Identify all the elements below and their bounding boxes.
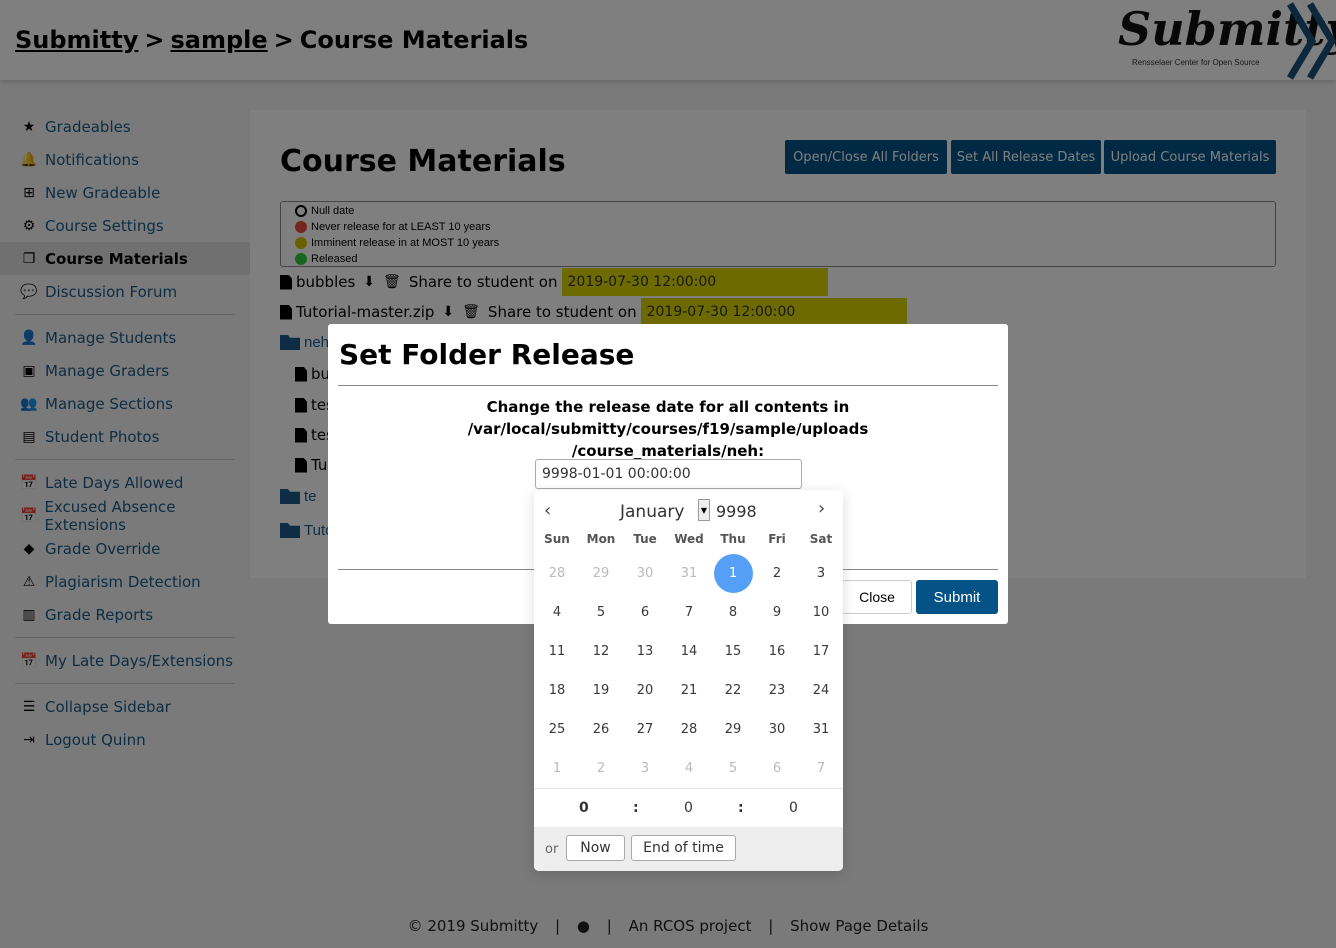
dialog-message: Change the release date for all contents… [338, 396, 998, 462]
calendar-day[interactable]: 28 [535, 554, 579, 593]
dialog-divider [338, 385, 998, 386]
calendar-day[interactable]: 22 [711, 671, 755, 710]
calendar-day[interactable]: 11 [535, 632, 579, 671]
calendar-day[interactable]: 5 [579, 593, 623, 632]
calendar-day[interactable]: 1 [711, 554, 755, 593]
calendar-day[interactable]: 10 [799, 593, 843, 632]
calendar-day[interactable]: 7 [667, 593, 711, 632]
calendar-day[interactable]: 26 [579, 710, 623, 749]
calendar-day[interactable]: 15 [711, 632, 755, 671]
weekday-header: Sun [544, 532, 570, 546]
calendar-day[interactable]: 20 [623, 671, 667, 710]
calendar-day[interactable]: 6 [623, 593, 667, 632]
weekday-header: Tue [633, 532, 657, 546]
calendar-day[interactable]: 29 [711, 710, 755, 749]
calendar-day[interactable]: 2 [579, 749, 623, 788]
calendar-day[interactable]: 3 [799, 554, 843, 593]
time-divider [534, 788, 843, 789]
calendar-day[interactable]: 3 [623, 749, 667, 788]
dialog-message-line: Change the release date for all contents… [467, 398, 869, 438]
calendar-day[interactable]: 29 [579, 554, 623, 593]
weekday-header: Wed [674, 532, 704, 546]
calendar-day[interactable]: 7 [799, 749, 843, 788]
year-input[interactable]: 9998 [716, 502, 757, 521]
calendar-day[interactable]: 9 [755, 593, 799, 632]
calendar-day[interactable]: 21 [667, 671, 711, 710]
prev-month-icon[interactable]: ‹ [544, 500, 551, 521]
calendar-day[interactable]: 13 [623, 632, 667, 671]
month-select[interactable]: January [620, 502, 684, 522]
calendar-day[interactable]: 14 [667, 632, 711, 671]
close-button[interactable]: Close [842, 580, 912, 614]
second-input[interactable]: 0 [789, 800, 798, 816]
picker-footer: or Now End of time [534, 827, 843, 871]
weekday-header: Sat [809, 532, 833, 546]
calendar-day[interactable]: 19 [579, 671, 623, 710]
calendar-day[interactable]: 2 [755, 554, 799, 593]
calendar-day[interactable]: 28 [667, 710, 711, 749]
calendar-day[interactable]: 30 [755, 710, 799, 749]
calendar-day[interactable]: 23 [755, 671, 799, 710]
submit-button[interactable]: Submit [916, 580, 998, 614]
minute-input[interactable]: 0 [684, 800, 693, 816]
date-picker: ‹ January ▼ 9998 › Sun Mon Tue Wed Thu Fri Sat… [534, 490, 843, 871]
now-button[interactable]: Now [566, 835, 625, 861]
weekday-header: Fri [768, 532, 786, 546]
end-of-time-button[interactable]: End of time [631, 835, 736, 861]
calendar-day[interactable]: 27 [623, 710, 667, 749]
calendar-day[interactable]: 6 [755, 749, 799, 788]
release-date-field[interactable]: 9998-01-01 00:00:00 [535, 459, 802, 489]
hour-input[interactable]: 0 [579, 800, 589, 816]
calendar-day[interactable]: 17 [799, 632, 843, 671]
next-month-icon[interactable]: › [818, 498, 825, 519]
month-dropdown-icon[interactable]: ▼ [698, 499, 710, 521]
calendar-day[interactable]: 4 [667, 749, 711, 788]
calendar-day[interactable]: 12 [579, 632, 623, 671]
calendar-day[interactable]: 4 [535, 593, 579, 632]
time-separator: : [633, 800, 639, 816]
weekday-header: Thu [720, 532, 746, 546]
dialog-title: Set Folder Release [339, 338, 635, 371]
time-separator: : [738, 800, 744, 816]
calendar-day[interactable]: 8 [711, 593, 755, 632]
or-label: or [545, 842, 559, 857]
calendar-day[interactable]: 24 [799, 671, 843, 710]
calendar-day[interactable]: 18 [535, 671, 579, 710]
calendar-day[interactable]: 30 [623, 554, 667, 593]
calendar-day[interactable]: 1 [535, 749, 579, 788]
calendar-day[interactable]: 16 [755, 632, 799, 671]
calendar-day[interactable]: 31 [667, 554, 711, 593]
calendar-day[interactable]: 5 [711, 749, 755, 788]
calendar-day[interactable]: 31 [799, 710, 843, 749]
weekday-header: Mon [586, 532, 616, 546]
calendar-day[interactable]: 25 [535, 710, 579, 749]
